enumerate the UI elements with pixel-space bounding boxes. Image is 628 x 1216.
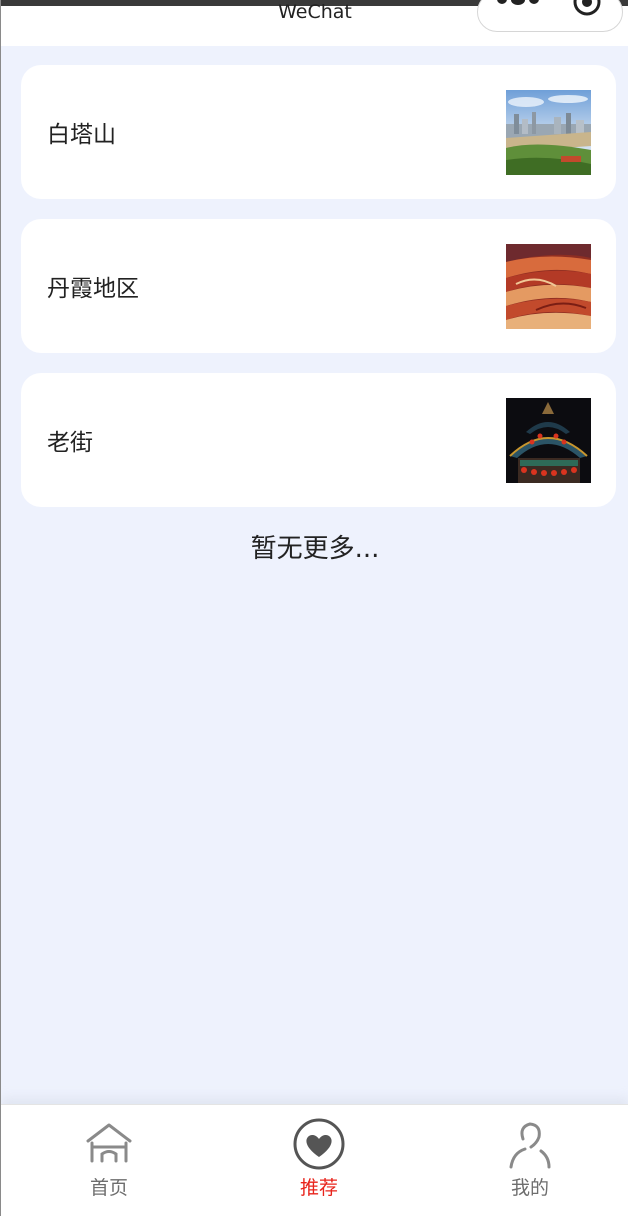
place-list: 白塔山 丹霞地区 老街 bbox=[21, 65, 616, 527]
tab-label: 我的 bbox=[510, 1177, 549, 1199]
app-frame: WeChat 白塔山 丹霞地区 老街 暂无更多... 首页 推荐 我的 bbox=[0, 0, 628, 1216]
tab-label: 首页 bbox=[89, 1177, 128, 1199]
place-card-danxia[interactable]: 丹霞地区 bbox=[21, 219, 616, 353]
place-card-baitashan[interactable]: 白塔山 bbox=[21, 65, 616, 199]
person-icon bbox=[509, 1122, 551, 1169]
place-thumbnail bbox=[506, 244, 591, 329]
pagoda-roof-photo bbox=[506, 398, 591, 483]
heart-icon bbox=[293, 1118, 345, 1170]
navigation-bar: WeChat bbox=[1, 0, 628, 46]
bottom-tab-bar: 首页 推荐 我的 bbox=[1, 1104, 628, 1216]
danxia-red-rock-photo bbox=[506, 244, 591, 329]
no-more-text: 暂无更多... bbox=[250, 534, 380, 564]
place-name: 丹霞地区 bbox=[47, 276, 139, 302]
close-miniprogram-icon[interactable] bbox=[572, 0, 602, 17]
place-thumbnail bbox=[506, 398, 591, 483]
tab-label: 推荐 bbox=[299, 1177, 338, 1199]
tab-home[interactable]: 首页 bbox=[49, 1105, 169, 1216]
mini-program-capsule bbox=[477, 0, 623, 32]
tab-mine[interactable]: 我的 bbox=[470, 1105, 590, 1216]
more-icon[interactable] bbox=[496, 0, 540, 11]
place-name: 白塔山 bbox=[47, 122, 116, 148]
place-name: 老街 bbox=[47, 430, 93, 456]
place-thumbnail bbox=[506, 90, 591, 175]
city-landscape-photo bbox=[506, 90, 591, 175]
tab-recommend[interactable]: 推荐 bbox=[259, 1105, 379, 1216]
home-icon bbox=[86, 1123, 132, 1163]
place-card-laojie[interactable]: 老街 bbox=[21, 373, 616, 507]
